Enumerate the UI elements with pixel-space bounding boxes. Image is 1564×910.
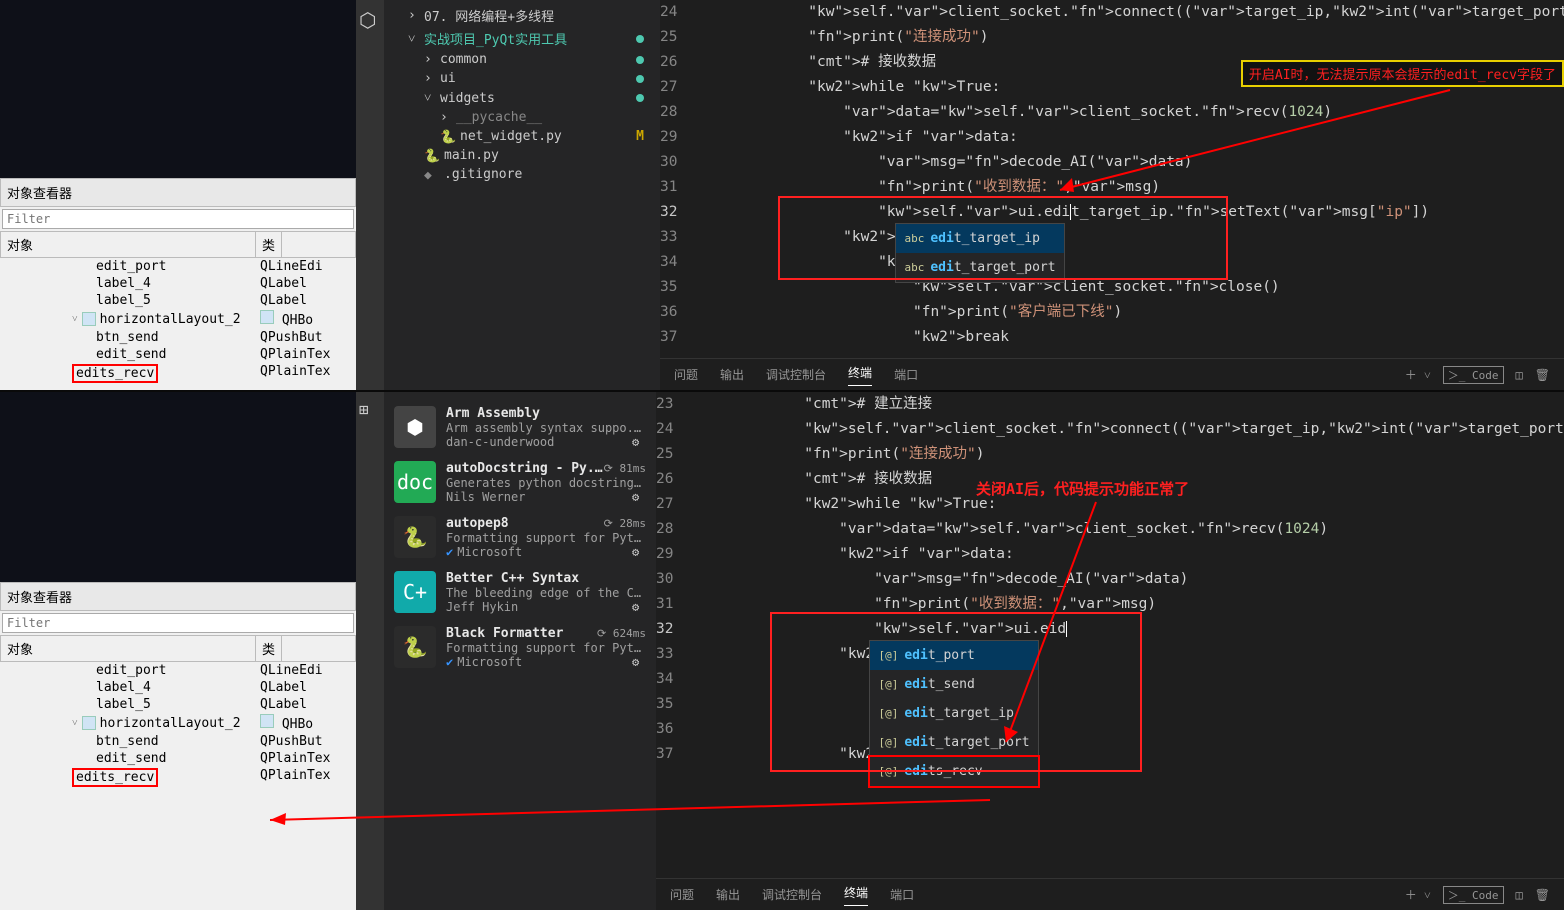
file-explorer[interactable]: ›07. 网络编程+多线程˅实战项目_PyQt实用工具›common›ui˅wi… — [384, 0, 660, 390]
extension-item[interactable]: 🐍Black Formatter⟳ 624msFormatting suppor… — [384, 620, 656, 675]
annotation-red-box — [778, 196, 1228, 280]
terminal-tabs-top: 问题 输出 调试控制台 终端 端口 ＋ ˅ ＞_ Code ◫ 🗑 — [660, 358, 1564, 390]
code-area[interactable]: "kw">self."var">client_socket."fn">conne… — [691, 0, 1564, 358]
gear-icon[interactable]: ⚙ — [632, 600, 646, 614]
activity-bar-bottom: ⊞ — [356, 392, 384, 910]
line-gutter: 2425262728293031323334353637 — [660, 0, 691, 358]
bottom-half: 对象查看器 对象类 edit_portQLineEdilabel_4QLabel… — [0, 392, 1564, 910]
object-row[interactable]: edit_portQLineEdi — [0, 662, 356, 679]
activity-bar: ⬡ — [356, 0, 384, 390]
extension-item[interactable]: ⬢Arm AssemblyArm assembly syntax suppo..… — [384, 400, 656, 455]
object-row[interactable]: label_5QLabel — [0, 696, 356, 713]
explorer-item[interactable]: ˅widgets — [384, 88, 660, 108]
code-terminal-label[interactable]: ＞_ Code — [1443, 366, 1504, 384]
tab-output[interactable]: 输出 — [720, 366, 744, 383]
object-row[interactable]: edit_sendQPlainTex — [0, 346, 356, 363]
explorer-item[interactable]: ›07. 网络编程+多线程 — [384, 4, 660, 27]
extensions-icon[interactable]: ⊞ — [359, 400, 381, 422]
explorer-item[interactable]: ›__pycache__ — [384, 108, 660, 127]
explorer-item[interactable]: ›common — [384, 50, 660, 69]
object-viewer-bottom: 对象查看器 对象类 edit_portQLineEdilabel_4QLabel… — [0, 392, 356, 910]
explorer-item[interactable]: ›ui — [384, 69, 660, 88]
object-table-header: 对象 类 — [0, 231, 356, 258]
hexagon-icon[interactable]: ⬡ — [359, 8, 381, 30]
annotation-yellow: 开启AI时，无法提示原本会提示的edit_recv字段了 — [1241, 60, 1564, 87]
extensions-list[interactable]: ⬢Arm AssemblyArm assembly syntax suppo..… — [384, 392, 656, 910]
explorer-item[interactable]: ˅实战项目_PyQt实用工具 — [384, 27, 660, 50]
gear-icon[interactable]: ⚙ — [632, 435, 646, 449]
editor-top: 2425262728293031323334353637 "kw">self."… — [660, 0, 1564, 390]
top-half: 对象查看器 对象 类 edit_portQLineEdilabel_4QLabe… — [0, 0, 1564, 392]
explorer-item[interactable]: 🐍net_widget.pyM — [384, 127, 660, 146]
object-row[interactable]: btn_sendQPushBut — [0, 733, 356, 750]
object-row[interactable]: ˅horizontalLayout_2 QHBo — [0, 309, 356, 329]
annotation-red-box — [770, 612, 1142, 772]
object-row[interactable]: edit_portQLineEdi — [0, 258, 356, 275]
object-row[interactable]: btn_sendQPushBut — [0, 329, 356, 346]
gear-icon[interactable]: ⚙ — [632, 655, 646, 669]
object-row[interactable]: edits_recvQPlainTex — [0, 363, 356, 384]
trash-icon[interactable]: 🗑 — [1535, 368, 1550, 382]
object-row[interactable]: edits_recvQPlainTex — [0, 767, 356, 788]
tab-terminal[interactable]: 终端 — [848, 364, 872, 386]
tab-debug[interactable]: 调试控制台 — [766, 366, 826, 383]
split-icon[interactable]: ◫ — [1516, 368, 1523, 382]
object-viewer-top: 对象查看器 对象 类 edit_portQLineEdilabel_4QLabe… — [0, 0, 356, 390]
extension-item[interactable]: docautoDocstring - Py...⟳ 81msGenerates … — [384, 455, 656, 510]
extension-item[interactable]: 🐍autopep8⟳ 28msFormatting support for Py… — [384, 510, 656, 565]
object-row[interactable]: label_4QLabel — [0, 275, 356, 292]
editor-bottom: 232425262728293031323334353637 "cmt"># 建… — [656, 392, 1564, 910]
tab-ports[interactable]: 端口 — [894, 366, 918, 383]
object-viewer-title: 对象查看器 — [0, 178, 356, 207]
tab-problems[interactable]: 问题 — [674, 366, 698, 383]
object-row[interactable]: label_4QLabel — [0, 679, 356, 696]
gear-icon[interactable]: ⚙ — [632, 490, 646, 504]
explorer-item[interactable]: 🐍main.py — [384, 146, 660, 165]
object-row[interactable]: label_5QLabel — [0, 292, 356, 309]
terminal-tabs-bottom: 问题 输出 调试控制台 终端 端口 ＋ ˅ ＞_ Code ◫ 🗑 — [656, 878, 1564, 910]
object-filter-input[interactable] — [2, 209, 354, 229]
extension-item[interactable]: C+Better C++ SyntaxThe bleeding edge of … — [384, 565, 656, 620]
terminal-add-icon[interactable]: ＋ ˅ — [1405, 366, 1431, 383]
line-gutter: 232425262728293031323334353637 — [656, 392, 687, 878]
explorer-item[interactable]: ◆.gitignore — [384, 165, 660, 184]
annotation-text: 关闭AI后，代码提示功能正常了 — [976, 478, 1189, 499]
object-row[interactable]: edit_sendQPlainTex — [0, 750, 356, 767]
gear-icon[interactable]: ⚙ — [632, 545, 646, 559]
object-row[interactable]: ˅horizontalLayout_2 QHBo — [0, 713, 356, 733]
